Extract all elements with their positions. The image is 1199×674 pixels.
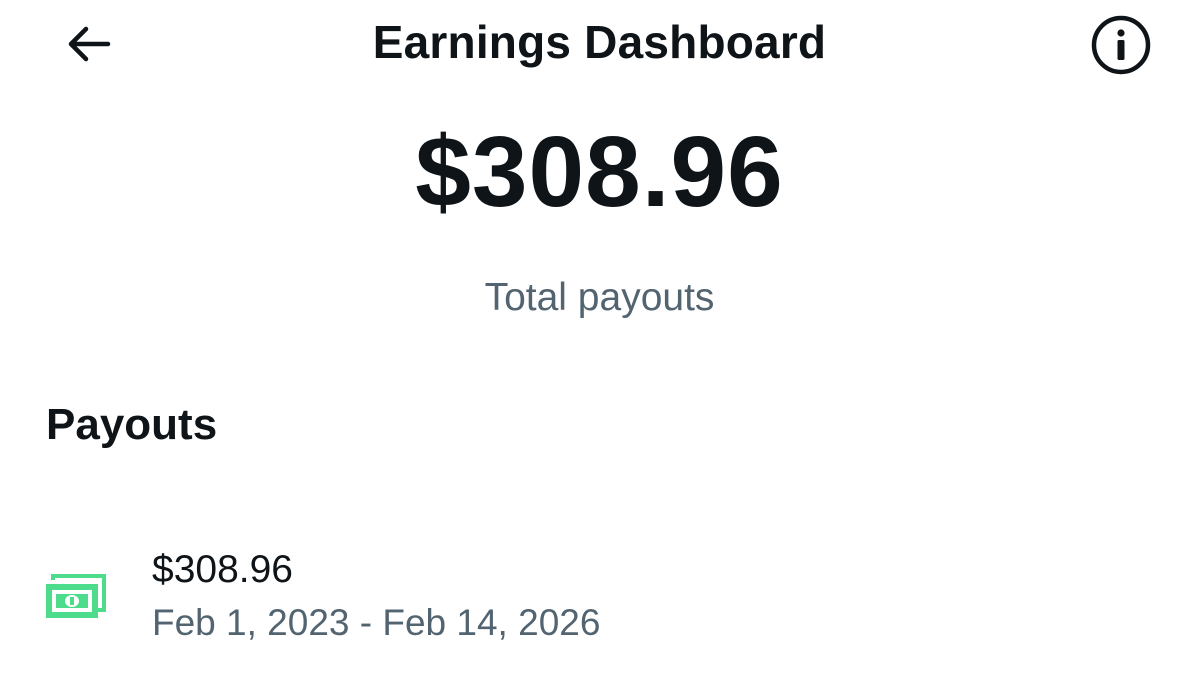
payouts-section-title: Payouts (46, 400, 218, 449)
back-button[interactable] (56, 16, 120, 72)
info-button[interactable] (1088, 12, 1154, 78)
payout-date-range: Feb 1, 2023 - Feb 14, 2026 (152, 602, 601, 643)
info-circle-icon (1091, 15, 1151, 75)
money-bills-icon (46, 574, 106, 618)
payout-list-item[interactable]: $308.96 Feb 1, 2023 - Feb 14, 2026 (0, 530, 1199, 660)
arrow-left-icon (68, 26, 111, 62)
header-bar: Earnings Dashboard (0, 0, 1199, 90)
payout-amount: $308.96 (152, 548, 293, 591)
page-title: Earnings Dashboard (372, 16, 827, 68)
total-payout-amount: $308.96 (415, 116, 784, 228)
total-payout-label: Total payouts (484, 276, 715, 319)
